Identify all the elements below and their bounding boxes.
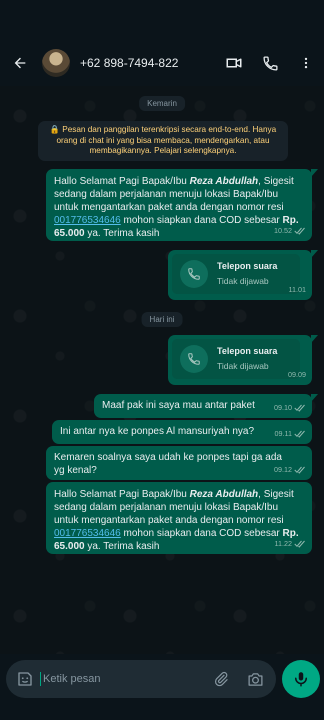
missed-call-icon: [188, 268, 200, 280]
more-vert-icon: [304, 57, 308, 69]
emoji-button[interactable]: [10, 670, 40, 688]
date-divider: Kemarin: [139, 96, 185, 111]
missed-call-icon: [188, 353, 200, 365]
message-bubble[interactable]: Maaf pak ini saya mau antar paket 09.10: [94, 394, 318, 418]
avatar[interactable]: [42, 49, 70, 77]
read-ticks-icon: [294, 227, 305, 235]
read-ticks-icon: [294, 430, 305, 438]
message-time: 09.10: [274, 403, 292, 412]
call-status: Tidak dijawab: [217, 361, 269, 371]
message-text: Maaf pak ini saya mau antar paket: [102, 400, 255, 411]
date-divider: Hari ini: [141, 312, 183, 327]
chat-area[interactable]: Kemarin 🔒 Pesan dan panggilan terenkrips…: [0, 86, 324, 654]
message-time: 09.11: [274, 429, 292, 438]
paperclip-icon: [214, 671, 228, 687]
back-button[interactable]: [2, 40, 38, 86]
message-time: 09.12: [274, 465, 292, 474]
message-text: Ini antar nya ke ponpes Al mansuriyah ny…: [60, 426, 255, 437]
call-title: Telepon suara: [217, 346, 278, 356]
chat-header: +62 898-7494-822: [0, 40, 324, 86]
message-bubble[interactable]: Ini antar nya ke ponpes Al mansuriyah ny…: [52, 420, 312, 444]
phone-icon: [262, 55, 278, 71]
message-time: 10.52: [274, 226, 292, 235]
camera-button[interactable]: [238, 660, 272, 698]
status-bar: [0, 0, 324, 40]
call-bubble[interactable]: Telepon suara Tidak dijawab 11.01: [168, 250, 318, 300]
read-ticks-icon: [294, 466, 305, 474]
message-bubble[interactable]: Kemaren soalnya saya udah ke ponpes tapi…: [46, 446, 312, 480]
message-input[interactable]: Ketik pesan: [40, 672, 204, 686]
call-status: Tidak dijawab: [217, 276, 269, 286]
resi-link[interactable]: 001776534646: [54, 528, 121, 539]
camera-icon: [247, 672, 263, 686]
message-text: Hallo Selamat Pagi Bapak/Ibu Reza Abdull…: [54, 176, 299, 239]
video-camera-icon: [226, 58, 242, 68]
voice-call-button[interactable]: [252, 40, 288, 86]
message-time: 09.09: [288, 370, 306, 379]
message-time: 11.01: [288, 285, 306, 294]
read-ticks-icon: [294, 540, 305, 548]
read-ticks-icon: [294, 404, 305, 412]
video-call-button[interactable]: [216, 40, 252, 86]
attach-button[interactable]: [204, 660, 238, 698]
voice-record-button[interactable]: [282, 660, 320, 698]
sticker-icon: [18, 672, 32, 686]
call-title: Telepon suara: [217, 261, 278, 271]
message-bubble[interactable]: Hallo Selamat Pagi Bapak/Ibu Reza Abdull…: [46, 482, 312, 554]
microphone-icon: [295, 672, 307, 687]
resi-link[interactable]: 001776534646: [54, 215, 121, 226]
call-bubble[interactable]: Telepon suara Tidak dijawab 09.09: [168, 335, 318, 385]
contact-name[interactable]: +62 898-7494-822: [80, 56, 216, 70]
navigation-bar: [0, 704, 324, 720]
menu-button[interactable]: [288, 40, 324, 86]
message-text: Hallo Selamat Pagi Bapak/Ibu Reza Abdull…: [54, 489, 299, 552]
encryption-notice[interactable]: 🔒 Pesan dan panggilan terenkripsi secara…: [38, 121, 288, 161]
message-bubble[interactable]: Hallo Selamat Pagi Bapak/Ibu Reza Abdull…: [46, 169, 318, 241]
message-input-bar: Ketik pesan: [6, 660, 276, 698]
message-text: Kemaren soalnya saya udah ke ponpes tapi…: [54, 452, 282, 476]
arrow-left-icon: [14, 57, 26, 69]
message-time: 11.22: [274, 539, 292, 548]
